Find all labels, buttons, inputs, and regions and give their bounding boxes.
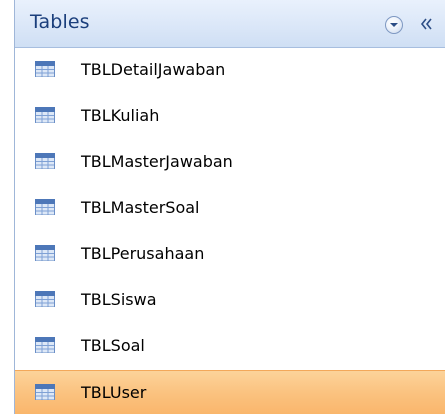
table-list: TBLDetailJawaban TBLKuliah TBLMasterJawa… [15,48,445,414]
table-list-item-tbldetailjawaban[interactable]: TBLDetailJawaban [15,48,445,94]
table-icon [35,337,55,353]
table-icon [35,107,55,123]
pane-title: Tables [30,11,90,33]
table-list-item-label: TBLDetailJawaban [81,60,226,79]
table-list-item-tblperusahaan[interactable]: TBLPerusahaan [15,232,445,278]
pane-header[interactable]: Tables [15,0,445,48]
table-list-item-tbluser[interactable]: TBLUser [15,370,445,414]
table-icon [35,61,55,77]
table-list-item-label: TBLPerusahaan [81,244,205,263]
table-list-item-label: TBLSiswa [81,290,157,309]
table-icon [35,245,55,261]
table-list-item-tblsoal[interactable]: TBLSoal [15,324,445,370]
table-list-item-label: TBLMasterSoal [81,198,200,217]
table-icon [35,153,55,169]
table-icon [35,384,55,400]
table-list-item-label: TBLMasterJawaban [81,152,233,171]
table-icon [35,291,55,307]
navigation-pane: Tables TBLDetailJawaban TBLKuliah TBLMas… [14,0,445,414]
table-list-item-tblmastersoal[interactable]: TBLMasterSoal [15,186,445,232]
table-icon [35,199,55,215]
table-list-item-tblsiswa[interactable]: TBLSiswa [15,278,445,324]
table-list-item-label: TBLKuliah [81,106,160,125]
table-list-item-label: TBLUser [81,383,147,402]
chevron-down-icon[interactable] [385,16,403,34]
table-list-item-tblmasterjawaban[interactable]: TBLMasterJawaban [15,140,445,186]
table-list-item-label: TBLSoal [81,336,145,355]
double-chevron-left-icon[interactable] [416,13,438,35]
table-list-item-tblkuliah[interactable]: TBLKuliah [15,94,445,140]
